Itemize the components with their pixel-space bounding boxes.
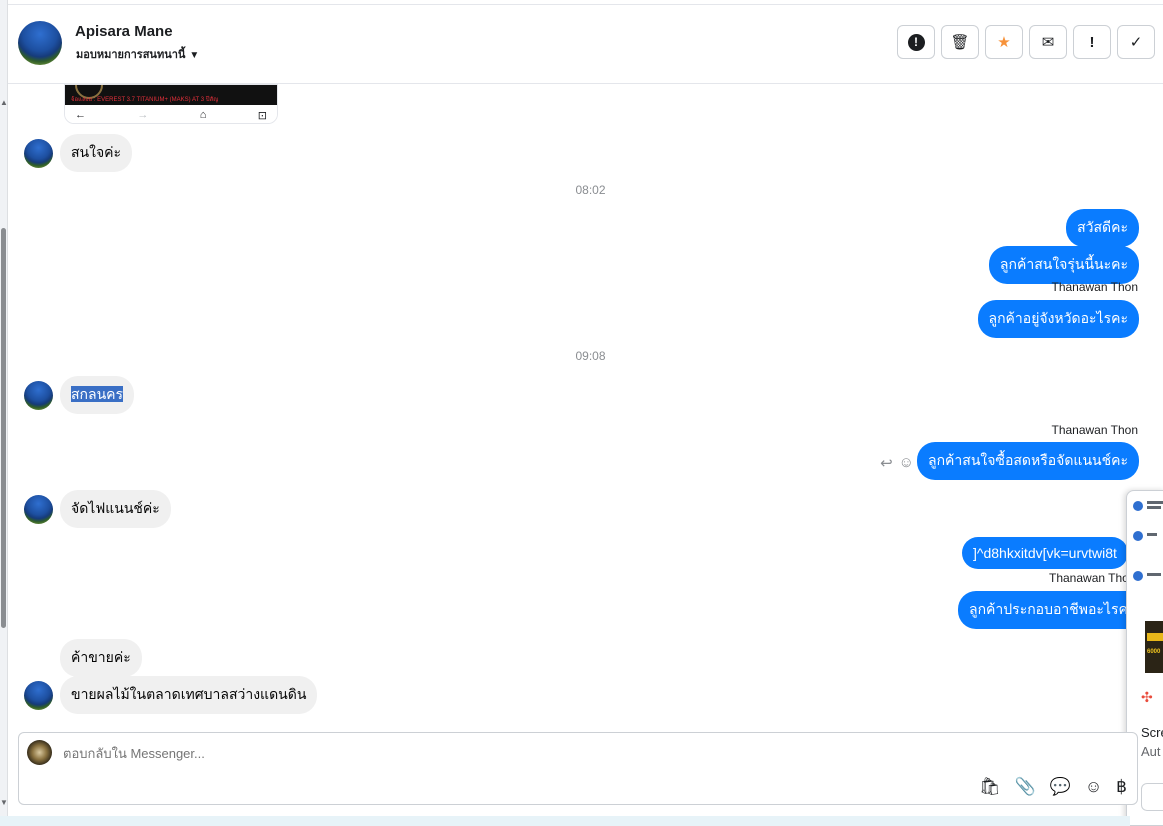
home-icon: ⌂ <box>199 109 207 121</box>
tabs-icon: ⊡ <box>257 109 267 122</box>
message-bubble[interactable]: ค้าขายค่ะ <box>60 639 142 677</box>
shopping-bag-icon[interactable]: 🛍 <box>979 777 1001 797</box>
assign-label: มอบหมายการสนทนานี้ <box>76 49 186 61</box>
forward-arrow-icon: → <box>137 109 149 121</box>
image-caption: จ้อแลงย : EVEREST 3.7 TITANIUM+ (MAKS) A… <box>71 97 219 103</box>
left-scrollbar[interactable]: ▲ ▼ <box>0 0 8 826</box>
panel-button[interactable] <box>1141 783 1163 811</box>
mini-avatar <box>1133 501 1143 511</box>
back-arrow-icon: ← <box>75 109 86 121</box>
star-button[interactable]: ★ <box>985 25 1023 59</box>
exclamation-icon: ! <box>1089 33 1095 51</box>
contact-avatar-small[interactable] <box>24 138 53 168</box>
saved-reply-icon[interactable]: 💬 <box>1050 777 1071 797</box>
mark-done-button[interactable]: ✓ <box>1117 25 1155 59</box>
timestamp: 09:08 <box>575 349 606 363</box>
thumbnail-text: 6000 <box>1147 649 1161 655</box>
star-icon: ★ <box>997 34 1011 51</box>
check-icon: ✓ <box>1129 34 1143 51</box>
scroll-thumb[interactable] <box>1 228 6 628</box>
conversation-header: Apisara Mane มอบหมายการสนทนานี้ ▼ ! 🗑 ★ ✉… <box>8 4 1163 84</box>
sender-name: Thanawan Tho <box>1049 571 1129 585</box>
delete-button[interactable]: 🗑 <box>941 25 979 59</box>
scroll-down-arrow-icon[interactable]: ▼ <box>0 798 8 807</box>
contact-avatar[interactable] <box>18 21 62 65</box>
envelope-icon: ✉ <box>1041 34 1055 51</box>
scroll-up-arrow-icon[interactable]: ▲ <box>0 98 8 107</box>
emoji-icon[interactable]: ☺ <box>1085 777 1102 797</box>
paperclip-icon[interactable]: 📎 <box>1014 777 1035 797</box>
mark-unread-button[interactable]: ✉ <box>1029 25 1067 59</box>
contact-name[interactable]: Apisara Mane <box>75 23 173 40</box>
outgoing-message-bubble[interactable]: ลูกค้าสนใจรุ่นนี้นะคะ <box>988 246 1139 284</box>
bottom-strip <box>0 816 1130 826</box>
incoming-message: สนใจค่ะ <box>24 134 133 172</box>
caret-down-icon: ▼ <box>189 50 200 61</box>
selected-text[interactable]: สกลนคร <box>71 386 124 402</box>
react-emoji-icon[interactable]: ☺ <box>899 454 914 472</box>
outgoing-message-bubble[interactable]: ลูกค้าสนใจซื้อสดหรือจัดแนนช์คะ <box>917 442 1139 480</box>
page-avatar[interactable] <box>27 740 52 765</box>
panel-sublabel: Aut <box>1141 744 1161 759</box>
incoming-message: จัดไฟแนนช์ค่ะ <box>24 490 171 528</box>
message-thread[interactable]: จ้อแลงย : EVEREST 3.7 TITANIUM+ (MAKS) A… <box>8 84 1163 728</box>
message-hover-actions: ↩ ☺ <box>880 454 914 472</box>
contact-avatar-small[interactable] <box>24 380 53 410</box>
composer-tools: 🛍 📎 💬 ☺ ฿ <box>979 777 1127 797</box>
reply-composer: 🛍 📎 💬 ☺ ฿ <box>18 732 1138 805</box>
message-bubble[interactable]: สนใจค่ะ <box>60 134 133 172</box>
mini-avatar <box>1133 571 1143 581</box>
puzzle-icon[interactable]: ✣ <box>1141 689 1153 706</box>
mini-avatar <box>1133 531 1143 541</box>
outgoing-message-bubble[interactable]: ลูกค้าอยู่จังหวัดอะไรคะ <box>977 300 1139 338</box>
assign-conversation-dropdown[interactable]: มอบหมายการสนทนานี้ ▼ <box>76 45 199 63</box>
mark-spam-button[interactable]: ! <box>897 25 935 59</box>
contact-avatar-small[interactable] <box>24 494 53 524</box>
sender-name: Thanawan Thon <box>1051 280 1138 294</box>
outgoing-message-bubble[interactable]: ]^d8hkxitdv[vk=urvtwi8t <box>962 537 1128 569</box>
incoming-message: ขายผลไม้ในตลาดเทศบาลสว่างแดนดิน <box>24 676 318 714</box>
follow-up-button[interactable]: ! <box>1073 25 1111 59</box>
message-bubble[interactable]: จัดไฟแนนช์ค่ะ <box>60 490 171 528</box>
baht-icon[interactable]: ฿ <box>1116 777 1127 797</box>
incoming-message: สกลนคร <box>24 376 135 414</box>
message-bubble[interactable]: สกลนคร <box>60 376 135 414</box>
timestamp: 08:02 <box>575 183 606 197</box>
outgoing-message-bubble[interactable]: ลูกค้าประกอบอาชีพอะไรคะ <box>958 591 1147 629</box>
reply-input[interactable] <box>63 746 963 761</box>
message-bubble[interactable]: ขายผลไม้ในตลาดเทศบาลสว่างแดนดิน <box>60 676 318 714</box>
outgoing-message-bubble[interactable]: สวัสดีคะ <box>1066 209 1139 247</box>
header-actions: ! 🗑 ★ ✉ ! ✓ <box>897 25 1155 59</box>
contact-avatar-small[interactable] <box>24 680 53 710</box>
sender-name: Thanawan Thon <box>1051 423 1138 437</box>
alert-circle-icon: ! <box>907 33 925 51</box>
incoming-message: ค้าขายค่ะ <box>60 639 142 677</box>
reply-icon[interactable]: ↩ <box>880 454 893 472</box>
mini-thumbnail[interactable]: 6000 <box>1145 621 1163 673</box>
trash-icon: 🗑 <box>950 34 970 51</box>
panel-label: Scre <box>1141 725 1163 740</box>
shared-image-attachment[interactable]: จ้อแลงย : EVEREST 3.7 TITANIUM+ (MAKS) A… <box>64 84 278 124</box>
